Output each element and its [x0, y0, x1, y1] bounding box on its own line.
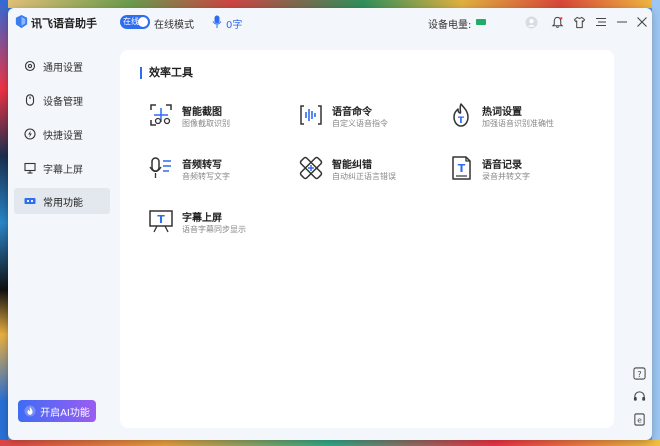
tool-description: 语音字幕同步显示 [182, 225, 246, 234]
sidebar-item-label: 通用设置 [43, 62, 83, 74]
tool-name: 字幕上屏 [182, 213, 222, 224]
correction-icon [299, 156, 323, 180]
tool-description: 音频转写文字 [182, 172, 230, 181]
tool-description: 加强语音识别准确性 [482, 119, 554, 128]
headset-icon[interactable] [632, 389, 646, 403]
subtitle-screen-icon: T [149, 210, 173, 233]
mouse-icon [24, 94, 36, 106]
title-bar: 讯飞语音助手 在线 在线模式 0字 设备电量: [8, 8, 652, 36]
app-title: 讯飞语音助手 [31, 17, 97, 30]
sidebar: 通用设置 设备管理 快捷设置 字幕上屏 常用功能 开启AI功能 [8, 36, 112, 440]
tool-name: 语音命令 [332, 107, 372, 118]
app-logo-icon [15, 14, 28, 29]
tool-description: 自动纠正语言错误 [332, 172, 396, 181]
svg-text:T: T [458, 162, 466, 175]
sidebar-item-label: 字幕上屏 [43, 164, 83, 176]
online-status-label: 在线 [123, 17, 139, 26]
sidebar-item-label: 设备管理 [43, 96, 83, 108]
tool-audio-transcribe[interactable]: 音频转写 音频转写文字 [148, 153, 288, 185]
feedback-icon[interactable]: e [632, 412, 646, 426]
ai-flame-icon [24, 405, 36, 417]
battery-label: 设备电量: [428, 20, 472, 31]
sidebar-item-shortcut-settings[interactable]: 快捷设置 [14, 121, 110, 147]
tool-name: 语音记录 [482, 160, 522, 171]
sidebar-item-label: 快捷设置 [43, 130, 83, 142]
voice-command-icon [300, 105, 322, 125]
shirt-icon[interactable] [571, 14, 587, 30]
function-icon [24, 195, 36, 207]
tool-voice-command[interactable]: 语音命令 自定义语音指令 [298, 100, 438, 132]
battery-icon [476, 19, 486, 25]
online-toggle[interactable]: 在线 [120, 15, 150, 29]
ai-button-label: 开启AI功能 [40, 407, 90, 419]
tool-smart-correction[interactable]: 智能纠错 自动纠正语言错误 [298, 153, 438, 185]
app-window: 讯飞语音助手 在线 在线模式 0字 设备电量: 通用设置 设备管理 快捷设置 字… [8, 8, 652, 440]
sidebar-item-subtitle[interactable]: 字幕上屏 [14, 155, 110, 181]
desktop-background-right [652, 0, 660, 446]
tool-smart-screenshot[interactable]: 智能截图 图像截取识别 [148, 100, 288, 132]
tool-name: 热词设置 [482, 107, 522, 118]
hotword-icon: T [453, 103, 469, 127]
desktop-background-bottom [0, 440, 660, 446]
tool-subtitle-screen[interactable]: T 字幕上屏 语音字幕同步显示 [148, 206, 288, 238]
avatar-icon[interactable] [523, 14, 539, 30]
section-title: 效率工具 [140, 67, 193, 79]
help-icon[interactable]: ? [632, 366, 646, 380]
subtitle-icon [24, 162, 36, 174]
tool-description: 自定义语音指令 [332, 119, 388, 128]
desktop-background-left [0, 0, 8, 446]
word-count: 0字 [226, 20, 243, 31]
gear-icon [24, 60, 36, 72]
audio-transcribe-icon [149, 157, 171, 178]
tool-description: 图像截取识别 [182, 119, 230, 128]
close-icon[interactable] [634, 14, 650, 30]
sidebar-item-label: 常用功能 [43, 197, 83, 209]
lightning-icon [24, 128, 36, 140]
sidebar-item-device-management[interactable]: 设备管理 [14, 87, 110, 113]
enable-ai-button[interactable]: 开启AI功能 [18, 400, 96, 422]
tool-hotword-settings[interactable]: T 热词设置 加强语音识别准确性 [448, 100, 588, 132]
tool-name: 智能截图 [182, 107, 222, 118]
svg-text:e: e [637, 415, 642, 424]
sidebar-item-common-functions[interactable]: 常用功能 [14, 188, 110, 214]
mode-label: 在线模式 [154, 20, 194, 31]
svg-text:T: T [157, 213, 165, 226]
svg-text:?: ? [637, 368, 641, 378]
screenshot-icon [150, 104, 172, 126]
tool-voice-record[interactable]: T 语音记录 录音并转文字 [448, 153, 588, 185]
svg-text:T: T [458, 116, 465, 126]
microphone-icon[interactable] [212, 15, 222, 29]
tool-name: 智能纠错 [332, 160, 372, 171]
sidebar-item-general-settings[interactable]: 通用设置 [14, 53, 110, 79]
tool-description: 录音并转文字 [482, 172, 530, 181]
toggle-knob [138, 17, 148, 27]
notification-bell-icon[interactable] [549, 14, 565, 30]
main-panel: 效率工具 智能截图 图像截取识别 语音命令 自定义语音指令 T 热词设置 加强语… [120, 50, 614, 428]
menu-icon[interactable] [593, 14, 609, 30]
voice-record-icon: T [452, 156, 471, 180]
tool-name: 音频转写 [182, 160, 222, 171]
desktop-background-top [0, 0, 660, 8]
minimize-icon[interactable] [614, 14, 630, 30]
